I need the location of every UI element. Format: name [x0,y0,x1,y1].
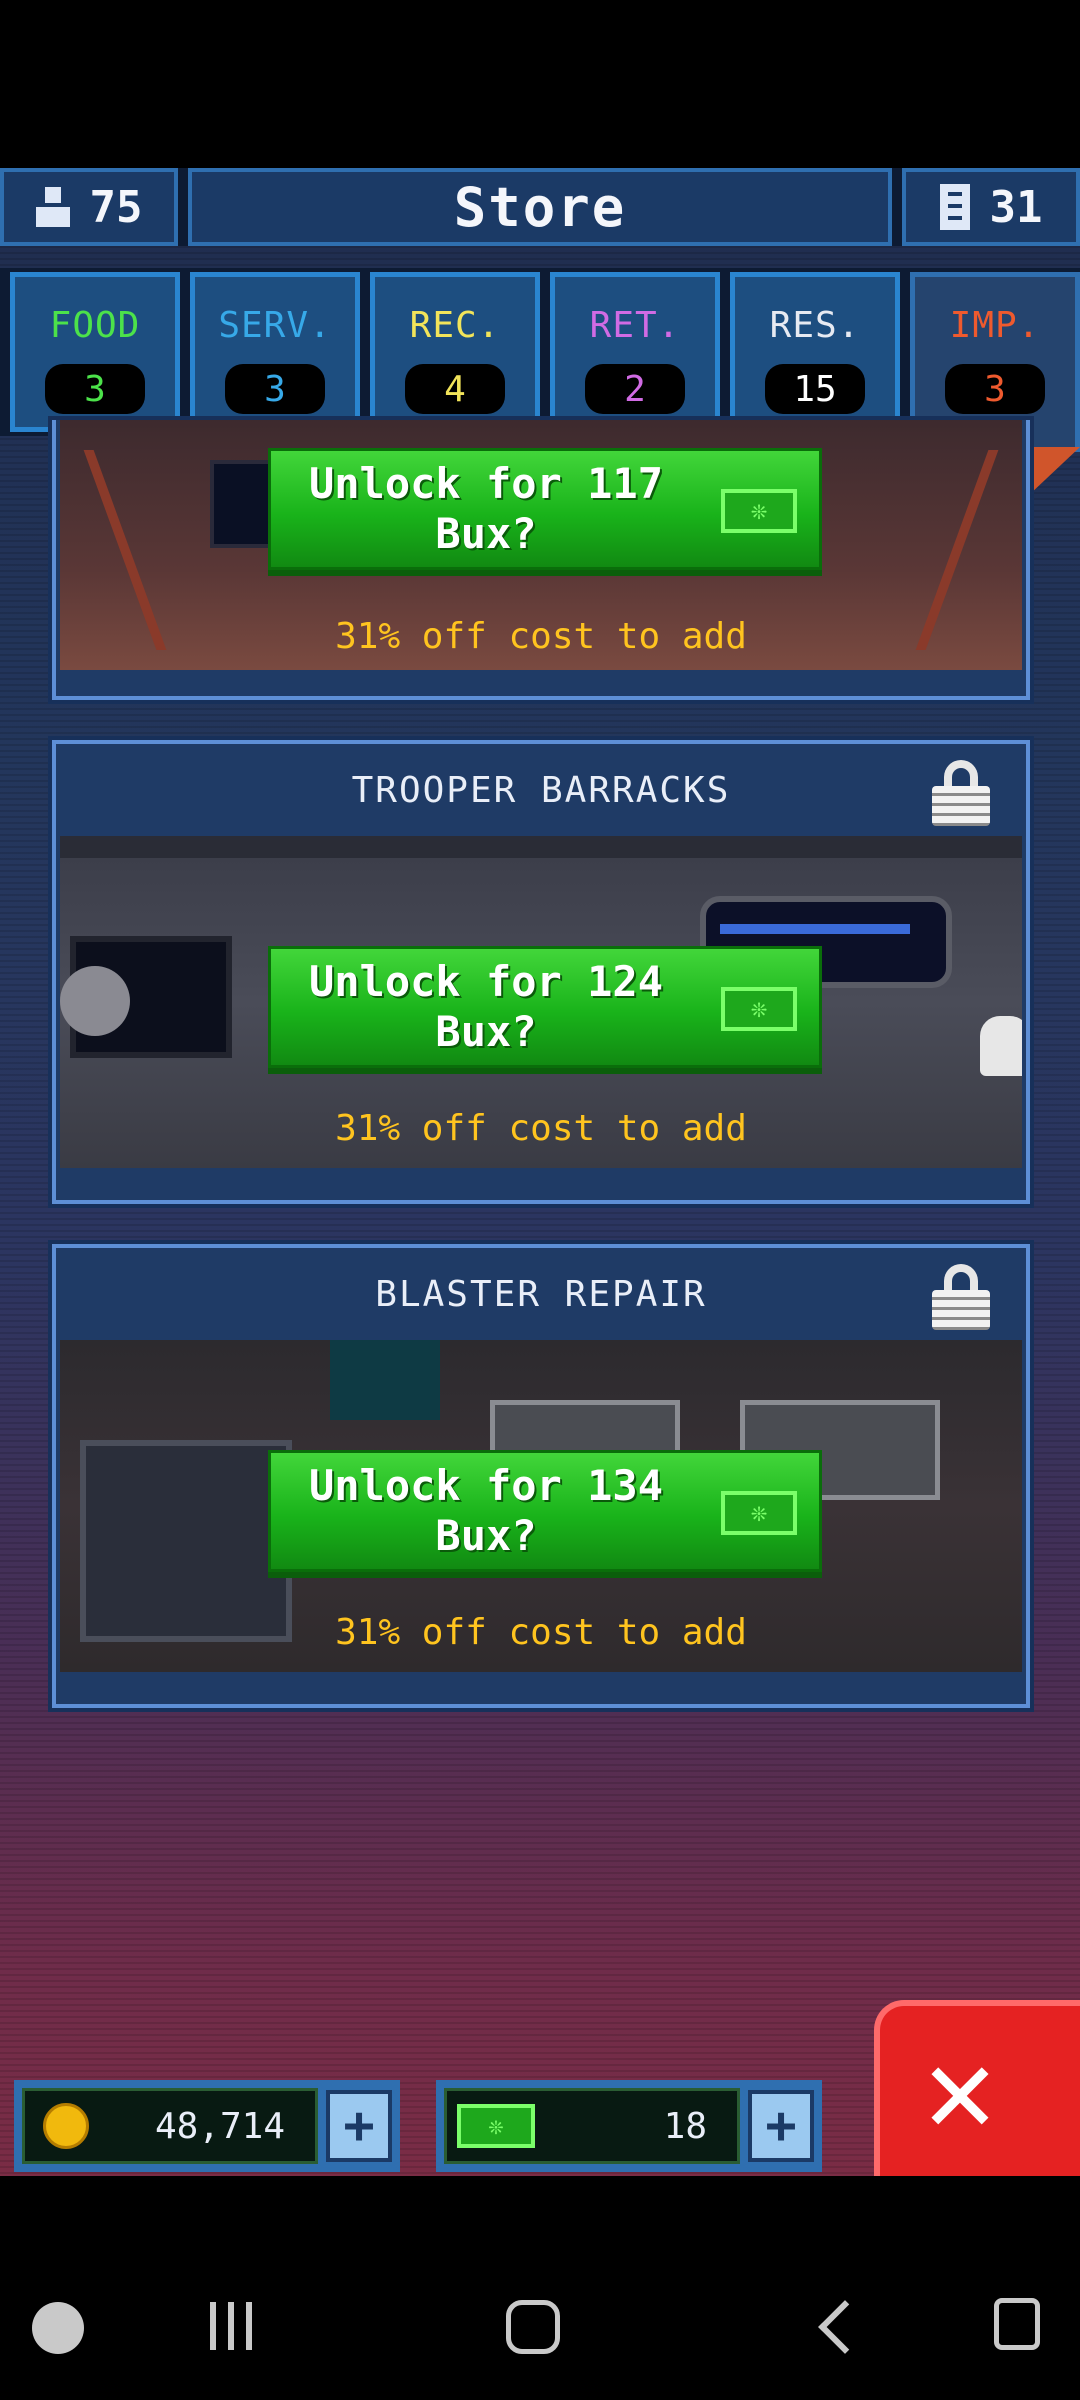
person-icon [35,187,70,227]
store-title-box: Store [188,168,892,246]
add-coins-button[interactable]: + [326,2090,392,2162]
tab-count: 2 [585,364,685,414]
bux-panel: ❊ 18 + [436,2080,822,2172]
discount-text: 31% off cost to add [335,616,747,657]
tab-count: 3 [225,364,325,414]
tab-label: RET. [589,305,681,346]
system-nav-bar [0,2176,1080,2400]
tab-food[interactable]: FOOD 3 [10,272,180,432]
tab-label: SERV. [218,305,332,346]
tab-label: IMP. [949,305,1041,346]
recent-apps-button[interactable] [206,2302,258,2350]
tab-retail[interactable]: RET. 2 [550,272,720,432]
tab-label: RES. [769,305,861,346]
bux-icon: ❊ [721,489,797,533]
room-preview: Unlock for 134 Bux? ❊ 31% off cost to ad… [60,1340,1022,1672]
tab-recreation[interactable]: REC. 4 [370,272,540,432]
bux-icon: ❊ [721,987,797,1031]
close-icon: ✕ [923,2021,997,2160]
bux-icon: ❊ [457,2104,535,2148]
unlock-button[interactable]: Unlock for 124 Bux? ❊ [268,946,822,1068]
room-name: BLASTER REPAIR [375,1273,707,1315]
room-name: TROOPER BARRACKS [351,769,731,811]
bux-icon: ❊ [721,1491,797,1535]
coins-display: 48,714 [22,2088,318,2164]
discount-text: 31% off cost to add [335,1108,747,1149]
unlock-label: Unlock for 117 Bux? [308,459,663,558]
home-button[interactable] [506,2300,560,2354]
close-button[interactable]: ✕ [874,2000,1080,2176]
bux-value: 18 [663,2105,707,2147]
tab-count: 3 [45,364,145,414]
building-icon [939,184,970,230]
room-card: Unlock for 117 Bux? ❊ 31% off cost to ad… [52,420,1030,700]
coins-value: 48,714 [154,2105,285,2147]
bux-display: ❊ 18 [444,2088,740,2164]
tab-count: 3 [945,364,1045,414]
screen-pin-icon[interactable] [994,2298,1040,2350]
floors-value: 31 [989,181,1043,233]
lock-icon [932,760,990,826]
population-counter: 75 [0,168,178,246]
unlock-label: Unlock for 134 Bux? [308,1461,663,1560]
room-header: BLASTER REPAIR [56,1248,1026,1340]
room-card: BLASTER REPAIR Unlock for 134 Bux? ❊ 31%… [52,1244,1030,1708]
room-card: TROOPER BARRACKS Unlock for 124 Bux? ❊ 3… [52,740,1030,1204]
floors-counter: 31 [902,168,1080,246]
page-title: Store [453,175,627,239]
tab-label: FOOD [49,305,141,346]
tab-count: 4 [405,364,505,414]
unlock-label: Unlock for 124 Bux? [308,957,663,1056]
coins-panel: 48,714 + [14,2080,400,2172]
add-bux-button[interactable]: + [748,2090,814,2162]
unlock-button[interactable]: Unlock for 134 Bux? ❊ [268,1450,822,1572]
tab-label: REC. [409,305,501,346]
tab-service[interactable]: SERV. 3 [190,272,360,432]
tab-residential[interactable]: RES. 15 [730,272,900,432]
lock-icon [932,1264,990,1330]
unlock-button[interactable]: Unlock for 117 Bux? ❊ [268,448,822,570]
room-preview: Unlock for 117 Bux? ❊ 31% off cost to ad… [60,420,1022,670]
tab-count: 15 [765,364,865,414]
room-header: TROOPER BARRACKS [56,744,1026,836]
room-preview: Unlock for 124 Bux? ❊ 31% off cost to ad… [60,836,1022,1168]
discount-text: 31% off cost to add [335,1612,747,1653]
population-value: 75 [89,181,143,233]
game-launcher-icon[interactable] [32,2302,84,2354]
coin-icon [43,2103,89,2149]
